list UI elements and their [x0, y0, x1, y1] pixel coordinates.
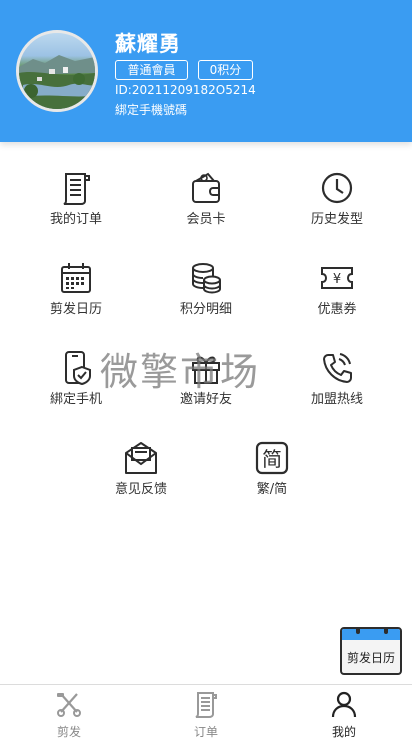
simplified-char-icon: 简: [255, 441, 289, 475]
member-level-badge: 普通會員: [115, 60, 188, 80]
menu-coupons[interactable]: ¥ 优惠券: [287, 260, 387, 330]
tab-haircut[interactable]: 剪发: [29, 685, 109, 739]
menu-invite-friends[interactable]: 邀请好友: [156, 350, 256, 420]
scissors-icon: [57, 693, 81, 717]
coins-icon: [192, 263, 221, 294]
menu-label: 邀请好友: [179, 392, 232, 407]
svg-text:简: 简: [262, 447, 282, 471]
menu-haircut-calendar[interactable]: 剪发日历: [26, 260, 126, 330]
phone-call-icon: [323, 353, 352, 383]
mail-icon: [125, 442, 157, 474]
tab-label: 我的: [331, 725, 356, 739]
gift-icon: [192, 356, 220, 384]
bind-phone-link[interactable]: 綁定手機號碼: [115, 101, 187, 118]
menu-label: 加盟热线: [310, 392, 363, 407]
menu-label: 我的订单: [49, 212, 102, 227]
menu-history-styles[interactable]: 历史发型: [287, 170, 387, 240]
profile-header: 蘇耀勇 普通會員 0积分 ID:20211209182O5214 綁定手機號碼: [0, 0, 412, 142]
user-icon: [331, 691, 357, 718]
coupon-icon: ¥: [321, 267, 353, 289]
avatar[interactable]: [16, 30, 98, 112]
menu-label: 意见反馈: [114, 482, 167, 497]
tab-orders[interactable]: 订单: [166, 685, 246, 739]
floating-calendar-label: 剪发日历: [346, 651, 395, 665]
menu-points-detail[interactable]: 积分明细: [156, 260, 256, 330]
wallet-icon: [192, 172, 220, 203]
menu-traditional-simplified[interactable]: 简 繁/简: [222, 440, 322, 510]
clock-icon: [321, 172, 353, 204]
user-id: ID:20211209182O5214: [115, 83, 256, 97]
order-list-icon: [63, 173, 90, 205]
tab-label: 剪发: [56, 725, 81, 739]
tab-mine[interactable]: 我的: [304, 685, 384, 739]
menu-label: 綁定手机: [49, 392, 102, 407]
order-list-icon: [195, 692, 217, 718]
bottom-tab-bar: 剪发 订单 我的: [0, 684, 412, 739]
phone-shield-icon: [65, 351, 91, 386]
menu-label: 历史发型: [310, 212, 363, 227]
svg-text:¥: ¥: [333, 272, 341, 287]
floating-calendar-button[interactable]: 剪发日历: [340, 627, 402, 675]
menu-label: 优惠券: [317, 302, 357, 317]
menu-label: 会员卡: [186, 212, 226, 227]
menu-my-orders[interactable]: 我的订单: [26, 170, 126, 240]
menu-label: 剪发日历: [49, 302, 102, 317]
calendar-icon: [61, 263, 91, 293]
username: 蘇耀勇: [115, 32, 181, 56]
menu-label: 积分明细: [179, 302, 232, 317]
menu-franchise-hotline[interactable]: 加盟热线: [287, 350, 387, 420]
points-badge[interactable]: 0积分: [198, 60, 253, 80]
menu-member-card[interactable]: 会员卡: [156, 170, 256, 240]
menu-label: 繁/简: [256, 482, 288, 497]
menu-feedback[interactable]: 意见反馈: [91, 440, 191, 510]
tab-label: 订单: [193, 725, 218, 739]
menu-bind-phone[interactable]: 綁定手机: [26, 350, 126, 420]
